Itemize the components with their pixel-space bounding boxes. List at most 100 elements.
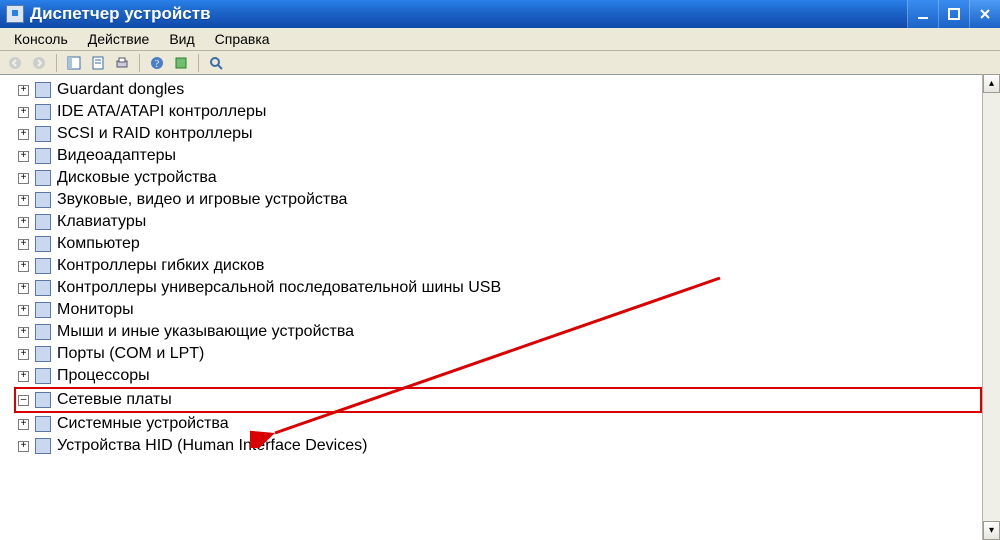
refresh-button[interactable] bbox=[170, 52, 192, 74]
expander-icon[interactable] bbox=[18, 195, 29, 206]
tree-node-label: SCSI и RAID контроллеры bbox=[55, 123, 255, 145]
menu-action[interactable]: Действие bbox=[78, 28, 160, 50]
tree-node[interactable]: Контроллеры универсальной последовательн… bbox=[18, 277, 982, 299]
disk-icon bbox=[35, 170, 51, 186]
mouse-icon bbox=[35, 324, 51, 340]
expander-icon[interactable] bbox=[18, 395, 29, 406]
titlebar: Диспетчер устройств bbox=[0, 0, 1000, 28]
device-manager-window: Диспетчер устройств Консоль Действие Вид… bbox=[0, 0, 1000, 540]
expander-icon[interactable] bbox=[18, 261, 29, 272]
tree-node[interactable]: Мониторы bbox=[18, 299, 982, 321]
tree-node-label: Контроллеры универсальной последовательн… bbox=[55, 277, 503, 299]
minimize-button[interactable] bbox=[907, 0, 938, 28]
floppy-ctrl-icon bbox=[35, 258, 51, 274]
print-button[interactable] bbox=[111, 52, 133, 74]
usb-icon bbox=[35, 280, 51, 296]
ide-icon bbox=[35, 104, 51, 120]
print-icon bbox=[115, 56, 129, 70]
scroll-down-button[interactable]: ▾ bbox=[983, 521, 1000, 540]
expander-icon[interactable] bbox=[18, 129, 29, 140]
content-area: Guardant donglesIDE ATA/ATAPI контроллер… bbox=[0, 74, 1000, 540]
tree-node-label: Клавиатуры bbox=[55, 211, 148, 233]
menu-console[interactable]: Консоль bbox=[4, 28, 78, 50]
expander-icon[interactable] bbox=[18, 441, 29, 452]
window-controls bbox=[907, 0, 1000, 28]
tree-node[interactable]: Устройства HID (Human Interface Devices) bbox=[18, 435, 982, 457]
back-icon bbox=[8, 56, 22, 70]
expander-icon[interactable] bbox=[18, 173, 29, 184]
tree-node[interactable]: Компьютер bbox=[18, 233, 982, 255]
computer-icon bbox=[35, 236, 51, 252]
tree-node[interactable]: Мыши и иные указывающие устройства bbox=[18, 321, 982, 343]
expander-icon[interactable] bbox=[18, 283, 29, 294]
tree-node-label: Мыши и иные указывающие устройства bbox=[55, 321, 356, 343]
expander-icon[interactable] bbox=[18, 349, 29, 360]
tree-node[interactable]: Guardant dongles bbox=[18, 79, 982, 101]
expander-icon[interactable] bbox=[18, 327, 29, 338]
menubar: Консоль Действие Вид Справка bbox=[0, 28, 1000, 51]
tree-node-label: Дисковые устройства bbox=[55, 167, 219, 189]
tree-node-label: Системные устройства bbox=[55, 413, 231, 435]
forward-button[interactable] bbox=[28, 52, 50, 74]
tree-node-label: Сетевые платы bbox=[55, 389, 174, 411]
minimize-icon bbox=[916, 7, 930, 21]
vertical-scrollbar[interactable]: ▴ ▾ bbox=[982, 74, 1000, 540]
expander-icon[interactable] bbox=[18, 217, 29, 228]
maximize-button[interactable] bbox=[938, 0, 969, 28]
tree-node[interactable]: Контроллеры гибких дисков bbox=[18, 255, 982, 277]
properties-icon bbox=[91, 56, 105, 70]
menu-help[interactable]: Справка bbox=[205, 28, 280, 50]
tree-node[interactable]: Системные устройства bbox=[18, 413, 982, 435]
tree-node[interactable]: IDE ATA/ATAPI контроллеры bbox=[18, 101, 982, 123]
tree-node[interactable]: Дисковые устройства bbox=[18, 167, 982, 189]
help-icon: ? bbox=[150, 56, 164, 70]
tree-node[interactable]: SCSI и RAID контроллеры bbox=[18, 123, 982, 145]
device-tree[interactable]: Guardant donglesIDE ATA/ATAPI контроллер… bbox=[0, 74, 982, 540]
tree-node[interactable]: Видеоадаптеры bbox=[18, 145, 982, 167]
properties-button[interactable] bbox=[87, 52, 109, 74]
expander-icon[interactable] bbox=[18, 419, 29, 430]
close-button[interactable] bbox=[969, 0, 1000, 28]
scroll-track[interactable] bbox=[983, 93, 1000, 521]
scan-hardware-button[interactable] bbox=[205, 52, 227, 74]
expander-icon[interactable] bbox=[18, 371, 29, 382]
tree-node-label: Компьютер bbox=[55, 233, 142, 255]
scsi-icon bbox=[35, 126, 51, 142]
tree-node-label: Контроллеры гибких дисков bbox=[55, 255, 266, 277]
tree-node-label: Процессоры bbox=[55, 365, 152, 387]
toolbar-separator bbox=[56, 54, 57, 72]
sound-icon bbox=[35, 192, 51, 208]
tree-node-label: Звуковые, видео и игровые устройства bbox=[55, 189, 349, 211]
cpu-icon bbox=[35, 368, 51, 384]
tree-node-label: Видеоадаптеры bbox=[55, 145, 178, 167]
close-icon bbox=[978, 7, 992, 21]
refresh-icon bbox=[174, 56, 188, 70]
tree-node-label: Порты (COM и LPT) bbox=[55, 343, 206, 365]
expander-icon[interactable] bbox=[18, 239, 29, 250]
maximize-icon bbox=[947, 7, 961, 21]
menu-view[interactable]: Вид bbox=[159, 28, 204, 50]
expander-icon[interactable] bbox=[18, 107, 29, 118]
display-icon bbox=[35, 148, 51, 164]
guardant-icon bbox=[35, 82, 51, 98]
tree-node[interactable]: Сетевые платы bbox=[14, 387, 982, 413]
show-hide-tree-button[interactable] bbox=[63, 52, 85, 74]
tree-node[interactable]: Клавиатуры bbox=[18, 211, 982, 233]
window-title: Диспетчер устройств bbox=[30, 4, 211, 24]
tree-node[interactable]: Процессоры bbox=[18, 365, 982, 387]
tree-node[interactable]: Порты (COM и LPT) bbox=[18, 343, 982, 365]
scroll-up-button[interactable]: ▴ bbox=[983, 74, 1000, 93]
network-icon bbox=[35, 392, 51, 408]
toolbar: ? bbox=[0, 51, 1000, 76]
expander-icon[interactable] bbox=[18, 151, 29, 162]
help-button[interactable]: ? bbox=[146, 52, 168, 74]
expander-icon[interactable] bbox=[18, 85, 29, 96]
tree-node[interactable]: Звуковые, видео и игровые устройства bbox=[18, 189, 982, 211]
toolbar-separator bbox=[139, 54, 140, 72]
keyboard-icon bbox=[35, 214, 51, 230]
magnifier-icon bbox=[209, 56, 223, 70]
expander-icon[interactable] bbox=[18, 305, 29, 316]
back-button[interactable] bbox=[4, 52, 26, 74]
tree-pane-icon bbox=[67, 56, 81, 70]
forward-icon bbox=[32, 56, 46, 70]
